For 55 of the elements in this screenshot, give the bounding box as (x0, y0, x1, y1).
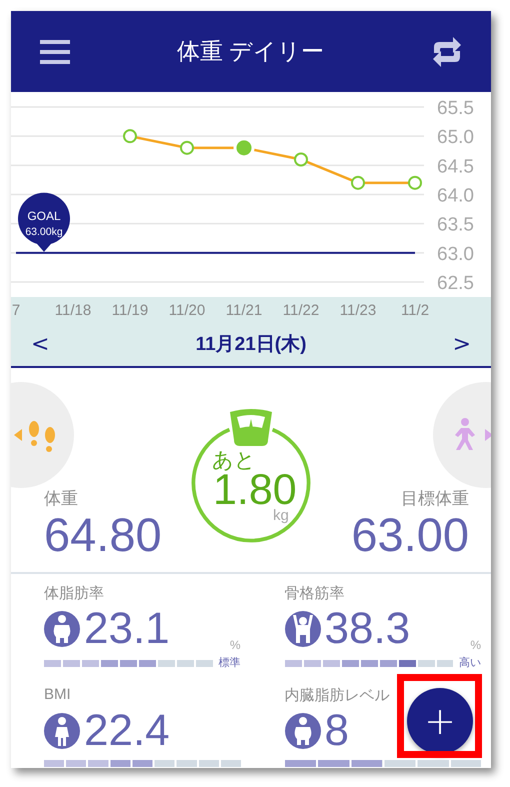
metric-value: 8 (324, 706, 349, 756)
data-point[interactable] (408, 176, 422, 190)
unit-label: % (230, 638, 240, 652)
menu-icon (40, 38, 70, 64)
selected-data-point[interactable] (234, 137, 254, 158)
metric-value: 38.3 (324, 604, 410, 654)
x-axis-label: 11/18 (54, 302, 92, 319)
selected-date: 11月21日(木) (196, 333, 306, 357)
weight-value: 64.80 (44, 510, 162, 560)
previous-day-button[interactable]: < (25, 332, 56, 356)
y-axis-label: 65.0 (437, 127, 474, 148)
x-axis-label: 11/19 (112, 302, 148, 319)
status-label: 標準 (218, 658, 240, 669)
x-axis-label: 11/20 (168, 302, 206, 319)
metric-value: 23.1 (84, 604, 170, 654)
data-point[interactable] (180, 140, 194, 155)
goal-weight-value: 63.00 (351, 510, 469, 560)
unit-label: kg (273, 507, 289, 524)
goal-weight-label: 目標体重 (401, 488, 469, 510)
refresh-icon (430, 34, 463, 68)
metric-label: 骨格筋率 (284, 584, 346, 604)
y-axis-label: 62.5 (437, 273, 474, 294)
metric-label: 体脂肪率 (44, 584, 105, 604)
next-day-button[interactable]: > (446, 332, 477, 356)
y-axis-label: 64.0 (437, 186, 474, 206)
x-axis-label: 11/22 (282, 302, 320, 319)
x-axis-label: 7 (12, 302, 20, 319)
metric-label: BMI (44, 686, 72, 705)
goal-value: 63.00kg (25, 226, 63, 238)
metric-value: 22.4 (84, 706, 170, 756)
goal-label: GOAL (27, 208, 61, 223)
menu-button[interactable] (40, 38, 70, 64)
arms-raised-figure-icon (284, 611, 320, 647)
body-figure-icon (44, 611, 80, 647)
y-axis-label: 63.5 (437, 214, 474, 236)
goal-marker (18, 192, 70, 252)
x-axis-label: 11/23 (340, 302, 376, 319)
weight-label: 体重 (44, 488, 78, 510)
unit-label: % (470, 638, 481, 652)
scale-icon (228, 408, 274, 448)
sync-button[interactable] (430, 34, 463, 68)
x-axis-label: 11/2 (400, 302, 430, 319)
standing-figure-icon (44, 713, 80, 749)
x-axis-label: 11/21 (226, 302, 262, 319)
y-axis-label: 65.5 (437, 98, 474, 119)
y-axis-label: 64.5 (437, 156, 474, 178)
y-axis-label: 63.0 (437, 244, 474, 265)
body-figure-icon (284, 713, 320, 749)
data-point[interactable] (294, 152, 308, 166)
data-point[interactable] (123, 129, 137, 144)
data-point[interactable] (351, 176, 365, 190)
screen-title: 体重 デイリー (176, 37, 324, 66)
metric-label: 内臓脂肪レベル (284, 686, 390, 706)
status-label: 高い (459, 658, 481, 669)
add-button[interactable]: + (407, 688, 473, 754)
